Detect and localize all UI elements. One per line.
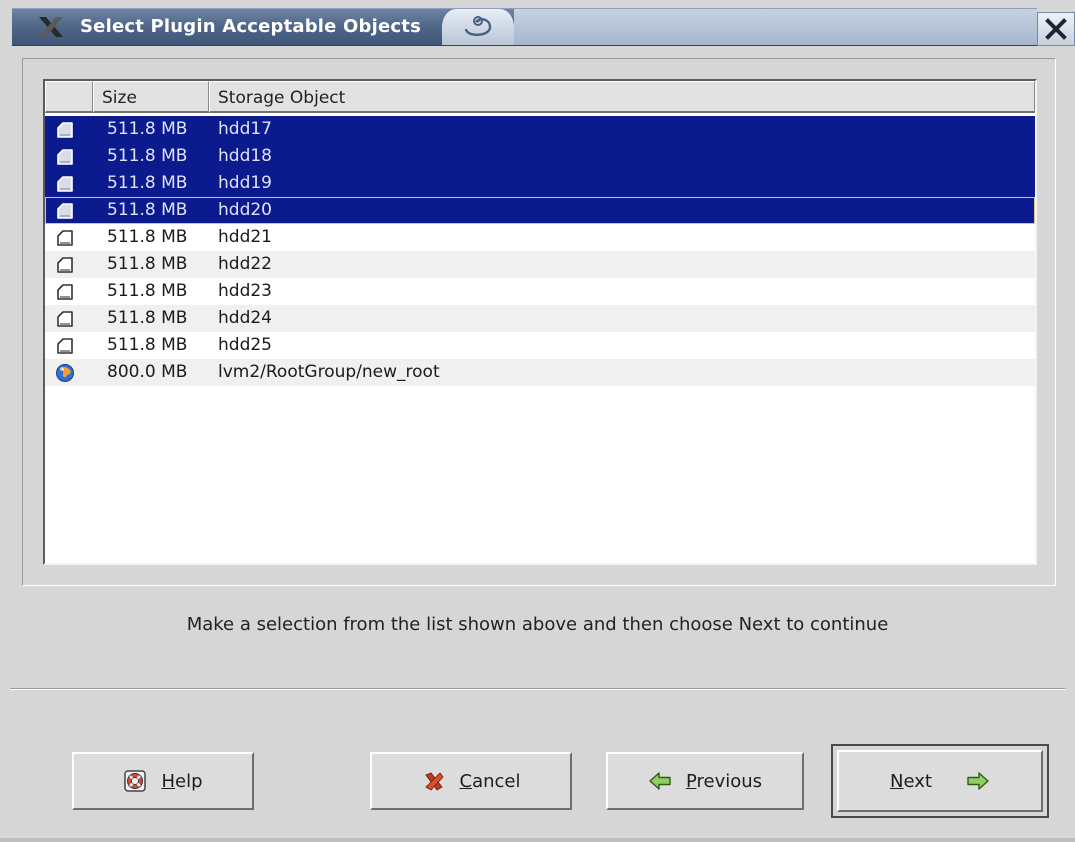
next-mnemonic: N [890, 770, 904, 792]
row-size: 511.8 MB [107, 308, 188, 328]
row-storage-object: hdd23 [218, 281, 272, 301]
next-label: ext [903, 770, 932, 792]
previous-mnemonic: P [685, 770, 697, 792]
next-button[interactable]: Next [837, 750, 1043, 812]
instruction-message: Make a selection from the list shown abo… [186, 614, 889, 635]
row-icon-cell [45, 251, 93, 278]
row-size: 511.8 MB [107, 254, 188, 274]
close-x-icon [1045, 18, 1067, 40]
row-icon-cell [45, 224, 93, 251]
disk-icon [57, 149, 73, 165]
cancel-label: ancel [472, 770, 521, 792]
row-storage-object: hdd18 [218, 146, 272, 166]
separator [10, 688, 1065, 690]
window-bottom-edge [0, 838, 1075, 842]
list-rows: 511.8 MB hdd17 511.8 MB hdd18 511.8 MB hdd19 5… [45, 116, 1035, 386]
table-row[interactable]: 511.8 MB hdd24 [45, 305, 1035, 332]
row-icon-cell [45, 197, 93, 224]
row-icon-cell [45, 170, 93, 197]
disk-icon [57, 311, 73, 327]
close-button[interactable] [1037, 12, 1075, 46]
row-storage-object: hdd19 [218, 173, 272, 193]
row-storage-object: lvm2/RootGroup/new_root [218, 362, 440, 382]
row-storage-object: hdd20 [218, 200, 272, 220]
row-storage-object: hdd21 [218, 227, 272, 247]
row-icon-cell [45, 359, 93, 386]
row-size: 800.0 MB [107, 362, 188, 382]
disk-icon [57, 230, 73, 246]
cancel-x-icon [424, 772, 444, 791]
table-row[interactable]: 511.8 MB hdd25 [45, 332, 1035, 359]
cancel-button[interactable]: Cancel [370, 752, 572, 810]
row-size: 511.8 MB [107, 119, 188, 139]
previous-button[interactable]: Previous [606, 752, 804, 810]
row-storage-object: hdd22 [218, 254, 272, 274]
title-bar[interactable]: Select Plugin Acceptable Objects [0, 0, 1075, 50]
table-row[interactable]: 511.8 MB hdd19 [45, 170, 1035, 197]
row-size: 511.8 MB [107, 227, 188, 247]
title-bar-fill [514, 9, 1037, 45]
window-title: Select Plugin Acceptable Objects [80, 16, 421, 37]
previous-label: revious [696, 770, 763, 792]
table-row[interactable]: 511.8 MB hdd17 [45, 116, 1035, 143]
disk-icon [57, 203, 73, 219]
row-storage-object: hdd25 [218, 335, 272, 355]
row-icon-cell [45, 116, 93, 143]
row-storage-object: hdd17 [218, 119, 272, 139]
list-header: Size Storage Object [45, 81, 1035, 115]
row-storage-object: hdd24 [218, 308, 272, 328]
help-label: elp [175, 770, 203, 792]
cancel-mnemonic: C [459, 770, 473, 792]
title-bar-active[interactable]: Select Plugin Acceptable Objects [12, 8, 1037, 46]
disk-icon [57, 338, 73, 354]
swirl-icon [464, 16, 492, 36]
disk-icon [57, 257, 73, 273]
table-row[interactable]: 800.0 MB lvm2/RootGroup/new_root [45, 359, 1035, 386]
table-row[interactable]: 511.8 MB hdd18 [45, 143, 1035, 170]
title-tab [442, 9, 514, 45]
row-size: 511.8 MB [107, 200, 188, 220]
arrow-left-icon [649, 772, 671, 790]
row-size: 511.8 MB [107, 173, 188, 193]
column-header-size[interactable]: Size [93, 81, 209, 113]
help-button[interactable]: Help [72, 752, 254, 810]
row-icon-cell [45, 305, 93, 332]
row-icon-cell [45, 332, 93, 359]
table-row[interactable]: 511.8 MB hdd23 [45, 278, 1035, 305]
x-window-icon [39, 17, 63, 37]
table-row[interactable]: 511.8 MB hdd20 [45, 197, 1035, 224]
table-row[interactable]: 511.8 MB hdd21 [45, 224, 1035, 251]
row-icon-cell [45, 278, 93, 305]
column-header-icon[interactable] [45, 81, 93, 113]
selection-list-group: Size Storage Object 511.8 MB hdd17 511.8 M… [22, 58, 1056, 586]
disk-icon [57, 176, 73, 192]
storage-object-list[interactable]: Size Storage Object 511.8 MB hdd17 511.8 M… [43, 79, 1037, 565]
disk-icon [57, 284, 73, 300]
row-icon-cell [45, 143, 93, 170]
table-row[interactable]: 511.8 MB hdd22 [45, 251, 1035, 278]
globe-icon [56, 364, 74, 382]
arrow-right-icon [967, 772, 989, 790]
help-mnemonic: H [161, 770, 176, 792]
lifebuoy-icon [124, 770, 147, 792]
row-size: 511.8 MB [107, 146, 188, 166]
disk-icon [57, 122, 73, 138]
column-header-storage-object[interactable]: Storage Object [209, 81, 1035, 113]
row-size: 511.8 MB [107, 335, 188, 355]
row-size: 511.8 MB [107, 281, 188, 301]
